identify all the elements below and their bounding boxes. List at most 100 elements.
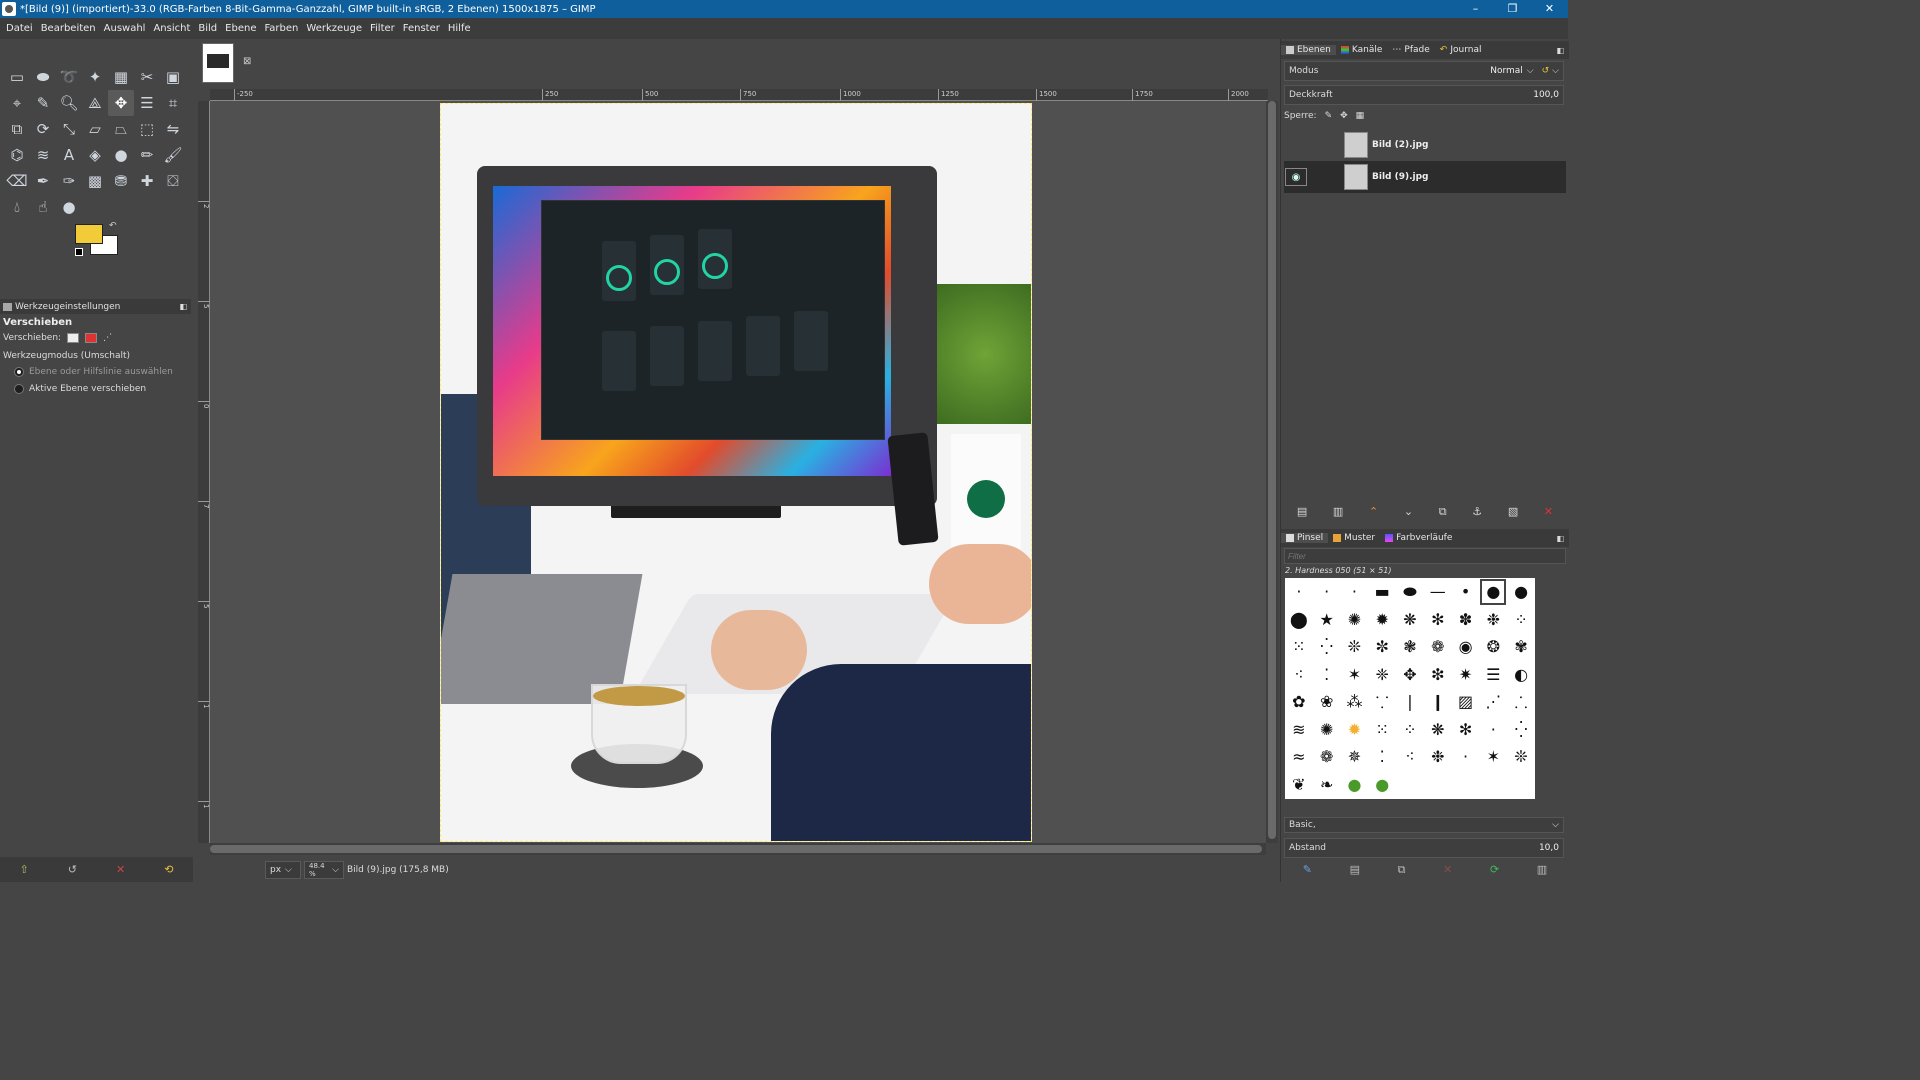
brush-swatch[interactable]: —	[1424, 578, 1452, 606]
brush-swatch[interactable]: ☰	[1479, 661, 1507, 689]
layer-row[interactable]: Bild (2).jpg	[1284, 129, 1566, 161]
merge-layer-icon[interactable]: ▧	[1508, 505, 1518, 523]
foreground-color[interactable]	[75, 224, 103, 244]
brush-swatch[interactable]: ❊	[1341, 633, 1369, 661]
smudge-icon[interactable]: ☝	[30, 194, 56, 220]
dodge-burn-icon[interactable]: ●	[56, 194, 82, 220]
measure-icon[interactable]: ⟁	[82, 90, 108, 116]
close-icon[interactable]: ✕	[1531, 0, 1568, 18]
brush-swatch[interactable]: ❋	[1396, 606, 1424, 634]
brush-swatch[interactable]: ◐	[1507, 661, 1535, 689]
panel-config-icon[interactable]: ◧	[1556, 46, 1564, 55]
select-by-color-icon[interactable]: ▦	[108, 64, 134, 90]
brush-swatch[interactable]: ◉	[1452, 633, 1480, 661]
brush-swatch[interactable]: ❙	[1424, 688, 1452, 716]
horizontal-scrollbar[interactable]	[210, 843, 1266, 855]
brush-swatch[interactable]: ✺	[1313, 716, 1341, 744]
brush-swatch[interactable]: ●	[1368, 771, 1396, 799]
reset-mode-icon[interactable]: ↺	[1542, 66, 1550, 76]
lock-position-icon[interactable]: ✥	[1340, 111, 1348, 121]
lower-layer-icon[interactable]: ⌄	[1404, 505, 1413, 523]
brush-swatch[interactable]: ⁚	[1368, 743, 1396, 771]
brush-swatch[interactable]: ✷	[1452, 661, 1480, 689]
lock-alpha-icon[interactable]: ▦	[1356, 111, 1365, 121]
spacing-value[interactable]: 10,0	[1539, 843, 1559, 853]
scroll-thumb[interactable]	[210, 845, 1262, 853]
brush-swatch[interactable]: ❀	[1313, 688, 1341, 716]
brush-swatch[interactable]: •	[1452, 578, 1480, 606]
duplicate-layer-icon[interactable]: ⧉	[1439, 505, 1447, 523]
foreground-select-icon[interactable]: ▣	[160, 64, 186, 90]
brush-swatch[interactable]: ·	[1479, 716, 1507, 744]
brush-swatch-selected[interactable]: ●	[1479, 578, 1507, 606]
brush-swatch[interactable]: ✿	[1285, 688, 1313, 716]
scale-icon[interactable]: ⤡	[56, 116, 82, 142]
anchor-layer-icon[interactable]: ⚓︎	[1472, 505, 1482, 523]
panel-config-icon[interactable]: ◧	[1556, 534, 1564, 543]
brush-swatch[interactable]: ⁘	[1396, 716, 1424, 744]
color-picker-icon[interactable]: ✎	[30, 90, 56, 116]
reset-defaults-icon[interactable]: ⟲	[164, 863, 173, 876]
move-selection-icon[interactable]	[85, 333, 98, 343]
cage-transform-icon[interactable]: ⌬	[4, 142, 30, 168]
brush-swatch[interactable]: ❉	[1424, 743, 1452, 771]
brush-swatch[interactable]: ❦	[1285, 771, 1313, 799]
brush-swatch[interactable]: ❈	[1368, 661, 1396, 689]
zoom-icon[interactable]: 🔍︎	[56, 90, 82, 116]
brush-swatch[interactable]: ·	[1341, 578, 1369, 606]
text-tool-icon[interactable]: A	[56, 142, 82, 168]
heal-icon[interactable]: ✚	[134, 168, 160, 194]
default-colors-icon[interactable]	[75, 248, 83, 256]
paths-tool-icon[interactable]: ⌖	[4, 90, 30, 116]
menu-ebene[interactable]: Ebene	[221, 23, 260, 34]
delete-layer-icon[interactable]: ✕	[1544, 505, 1553, 523]
flip-icon[interactable]: ⇋	[160, 116, 186, 142]
perspective-icon[interactable]: ⏢	[108, 116, 134, 142]
brush-swatch[interactable]: ⋰	[1479, 688, 1507, 716]
brush-swatch[interactable]: ❃	[1396, 633, 1424, 661]
tool-options-tab[interactable]: Werkzeugeinstellungen ◧	[0, 299, 191, 314]
image-tab-thumbnail[interactable]	[202, 43, 234, 83]
brush-swatch[interactable]: ✹	[1368, 606, 1396, 634]
tab-ebenen[interactable]: Ebenen	[1281, 45, 1336, 55]
save-preset-icon[interactable]: ⇧	[20, 863, 29, 876]
brush-filter-input[interactable]	[1284, 548, 1566, 564]
tab-pfade[interactable]: ⋯ Pfade	[1387, 45, 1434, 55]
brush-swatch[interactable]: ❁	[1313, 743, 1341, 771]
vertical-ruler[interactable]: 2 5 0 7 5 1 1	[198, 101, 210, 843]
radio-move-active[interactable]: Aktive Ebene verschieben	[14, 384, 146, 394]
ink-icon[interactable]: ✑	[56, 168, 82, 194]
clone-icon[interactable]: ⛃	[108, 168, 134, 194]
color-swatches[interactable]: ↶	[75, 221, 120, 258]
mypaint-brush-icon[interactable]: ▩	[82, 168, 108, 194]
new-group-icon[interactable]: ▥	[1333, 505, 1343, 523]
brush-swatch[interactable]: ⁖	[1285, 661, 1313, 689]
shear-icon[interactable]: ▱	[82, 116, 108, 142]
lasso-icon[interactable]: ➰	[56, 64, 82, 90]
open-as-image-icon[interactable]: ▥	[1537, 863, 1547, 879]
zoom-select[interactable]: 48.4 % ⌵	[304, 860, 344, 879]
brush-swatch[interactable]: ≋	[1285, 716, 1313, 744]
restore-preset-icon[interactable]: ↺	[68, 863, 77, 876]
duplicate-brush-icon[interactable]: ⧉	[1398, 863, 1406, 879]
brush-swatch[interactable]: ✶	[1479, 743, 1507, 771]
radio-pick-layer[interactable]: Ebene oder Hilfslinie auswählen	[14, 367, 173, 377]
unit-select[interactable]: px ⌵	[265, 860, 301, 879]
menu-bearbeiten[interactable]: Bearbeiten	[37, 23, 100, 34]
brush-swatch[interactable]: ⁖	[1396, 743, 1424, 771]
brush-swatch[interactable]: ▬	[1368, 578, 1396, 606]
menu-ansicht[interactable]: Ansicht	[149, 23, 194, 34]
brush-swatch[interactable]: ✼	[1368, 633, 1396, 661]
panel-config-icon[interactable]: ◧	[179, 302, 187, 311]
brush-swatch[interactable]: ●	[1507, 578, 1535, 606]
eraser-icon[interactable]: ⌫	[4, 168, 30, 194]
close-image-icon[interactable]: ⊠	[243, 56, 251, 67]
menu-fenster[interactable]: Fenster	[399, 23, 444, 34]
brush-swatch[interactable]: ★	[1313, 606, 1341, 634]
bucket-fill-icon[interactable]: ◈	[82, 142, 108, 168]
layer-name[interactable]: Bild (2).jpg	[1372, 140, 1428, 150]
brush-swatch[interactable]: ▨	[1452, 688, 1480, 716]
brush-tag-value[interactable]: Basic,	[1289, 820, 1316, 830]
canvas[interactable]	[210, 101, 1266, 843]
scissors-icon[interactable]: ✂	[134, 64, 160, 90]
